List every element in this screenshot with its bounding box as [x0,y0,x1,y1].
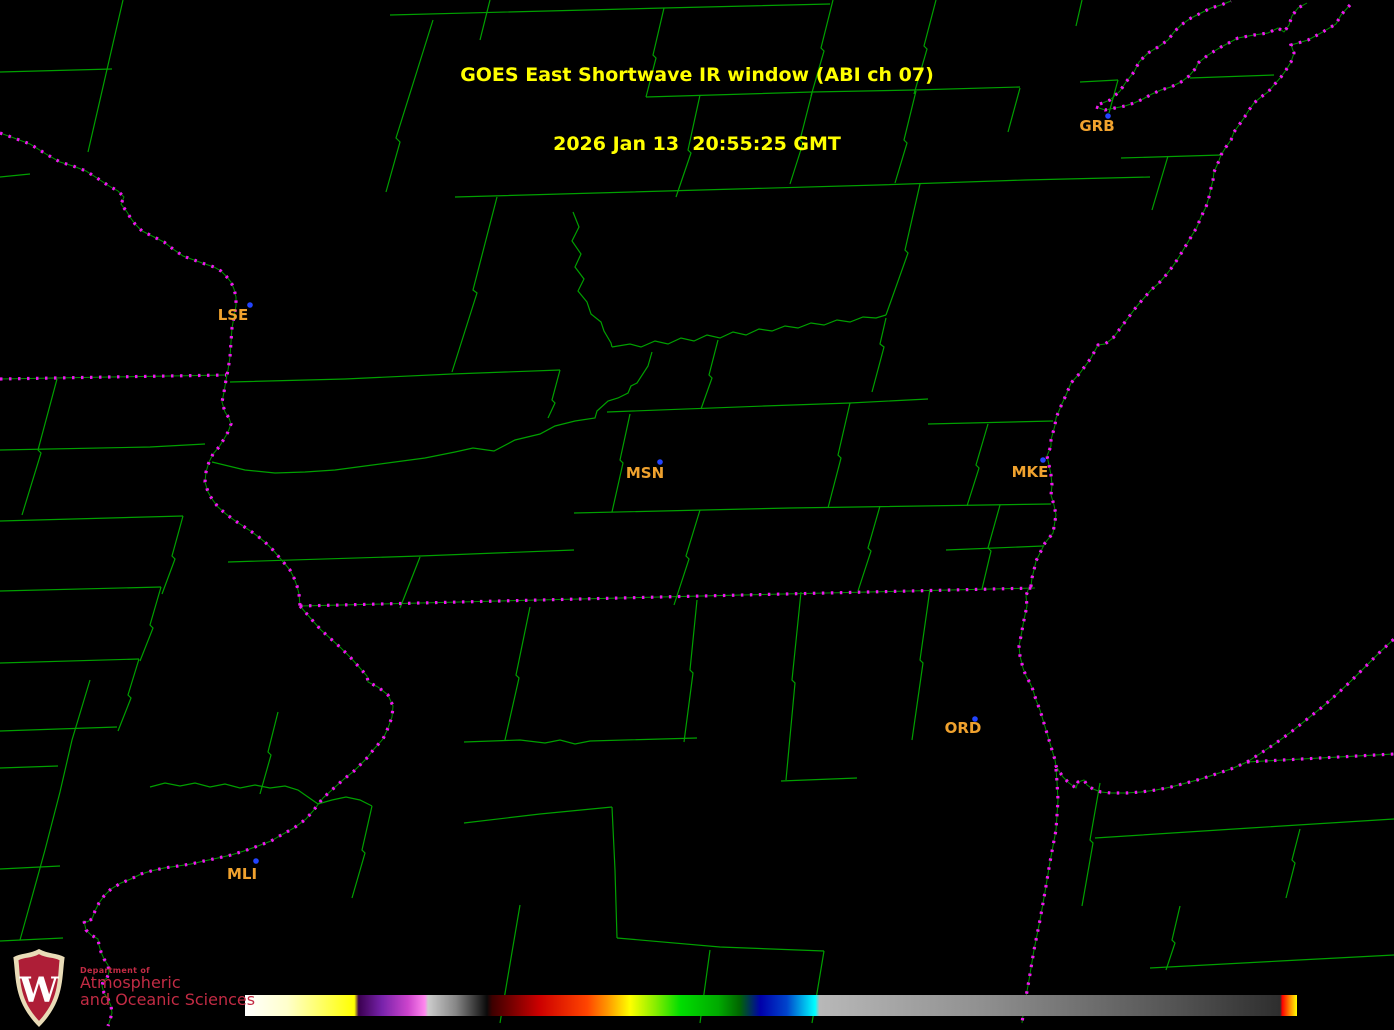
station-label: ORD [945,719,982,737]
map-boundary-line [912,589,930,740]
map-boundary-line [701,340,718,409]
map-boundary-line [230,370,560,382]
map-boundary-line [928,421,1053,424]
map-boundary-line [162,516,183,594]
station-marker-mke: MKE [1012,457,1049,481]
map-boundary-line [872,318,886,392]
map-boundary-line [0,866,60,869]
title-line1: GOES East Shortwave IR window (ABI ch 07… [0,64,1394,87]
map-boundary-line [0,516,183,521]
station-dot [1040,457,1046,463]
uw-crest-icon: W [8,948,70,1028]
map-boundary-line [212,352,652,473]
map-boundary-line [1022,769,1058,1023]
map-boundary-line [684,600,697,742]
map-boundary-line [150,783,372,806]
map-boundary-line [1286,829,1300,898]
station-marker-mli: MLI [227,858,259,883]
map-boundary-line [674,510,700,605]
map-boundary-line [352,806,372,898]
map-boundary-line [505,607,530,740]
map-boundary-line [967,424,988,506]
map-boundary-line [1150,955,1394,968]
map-boundary-line [574,504,1051,513]
map-boundary-line [786,592,801,780]
map-boundary-line [0,659,139,663]
title-line2: 2026 Jan 13 20:55:25 GMT [0,133,1394,156]
map-boundary-line [982,505,1000,589]
station-marker-lse: LSE [218,302,253,324]
satellite-image-viewport: GRBLSEMSNMKEORDMLI GOES East Shortwave I… [0,0,1394,1030]
map-boundary-line [612,414,630,512]
station-dot [253,858,259,864]
map-boundary-line [464,807,612,823]
station-label: LSE [218,306,249,324]
map-boundary-line [0,587,161,591]
map-boundary-line [0,766,58,768]
station-markers: GRBLSEMSNMKEORDMLI [218,113,1115,883]
station-marker-msn: MSN [626,459,664,482]
map-boundary-line [828,403,850,508]
map-boundary-line [0,444,205,450]
map-boundary-line [390,4,830,15]
logo-text: Department of Atmospheric and Oceanic Sc… [80,967,255,1009]
map-boundary-line [20,680,90,940]
map-boundary-line [1022,769,1058,1023]
station-label: MKE [1012,463,1049,481]
map-boundary-line [400,557,420,608]
map-boundary-line [612,807,617,938]
temperature-colorbar [245,995,1297,1016]
map-boundary-line [452,197,497,372]
map-boundary-line [617,938,824,951]
map-boundary-line [572,212,612,347]
map-boundary-line [858,506,880,591]
logo-name-line2: and Oceanic Sciences [80,992,255,1009]
map-boundary-line [464,738,697,744]
map-boundary-line [781,778,857,781]
map-boundary-line [0,727,117,731]
map-boundary-line [946,546,1043,550]
map-boundary-line [22,379,57,515]
map-boundary-line [260,712,278,794]
station-label: MLI [227,865,257,883]
uw-aos-logo: W Department of Atmospheric and Oceanic … [8,948,255,1028]
map-boundary-line [612,315,886,347]
map-boundary-line [118,659,139,731]
map-boundary-line [0,375,226,379]
map-boundary-line [0,133,300,606]
image-title: GOES East Shortwave IR window (ABI ch 07… [0,18,1394,202]
map-boundary-line [607,399,928,412]
map-boundary-line [1095,819,1394,838]
map-boundary-line [548,370,560,418]
map-boundary-line [1166,906,1180,970]
map-boundary-line [140,587,161,661]
station-label: MSN [626,464,664,482]
map-boundary-line [1082,783,1100,906]
svg-text:W: W [18,969,59,1010]
map-boundary-line [0,133,300,606]
map-boundary-line [886,184,920,315]
station-marker-ord: ORD [945,716,982,737]
map-boundary-line [0,938,63,941]
